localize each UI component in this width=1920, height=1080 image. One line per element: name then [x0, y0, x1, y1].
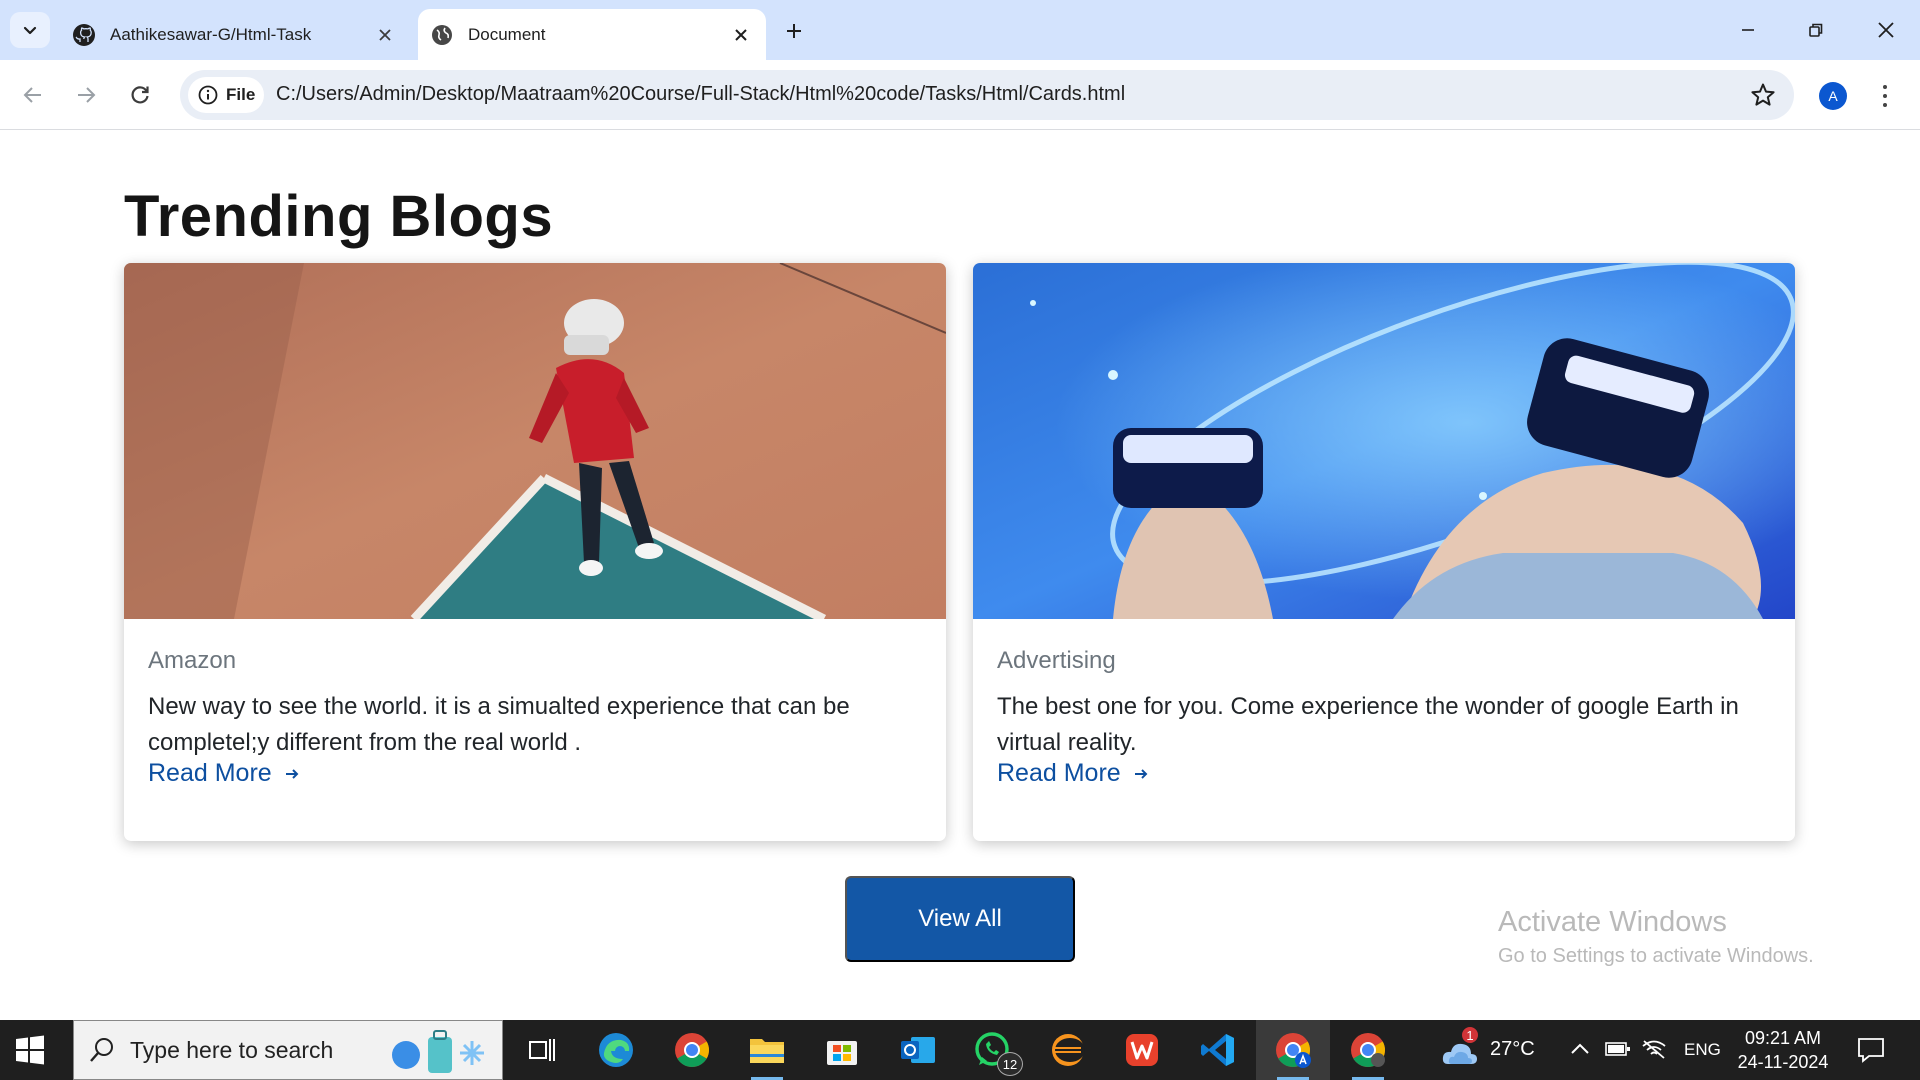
taskbar-vscode[interactable]	[1196, 1030, 1240, 1070]
vscode-icon	[1201, 1034, 1234, 1066]
github-icon	[72, 23, 96, 47]
eclipse-icon	[1052, 1034, 1085, 1066]
clock-date: 24-11-2024	[1737, 1052, 1829, 1072]
task-view-button[interactable]	[520, 1030, 564, 1070]
site-info-chip[interactable]: File	[188, 77, 264, 113]
clock-time: 09:21 AM	[1744, 1028, 1822, 1048]
plus-icon	[787, 24, 801, 38]
address-bar[interactable]: File C:/Users/Admin/Desktop/Maatraam%20C…	[180, 70, 1794, 120]
page-title: Trending Blogs	[124, 184, 554, 249]
new-tab-button[interactable]	[780, 17, 808, 45]
battery-icon[interactable]	[1605, 1040, 1631, 1058]
taskbar-eclipse[interactable]	[1046, 1030, 1090, 1070]
close-icon	[1878, 22, 1894, 38]
activate-windows-watermark: Activate Windows Go to Settings to activ…	[1498, 906, 1814, 968]
chevron-up-icon[interactable]	[1570, 1041, 1590, 1057]
watermark-title: Activate Windows	[1498, 906, 1727, 938]
browser-menu-button[interactable]	[1875, 82, 1895, 110]
restore-icon	[1809, 23, 1823, 37]
taskbar-edge[interactable]	[594, 1030, 638, 1070]
minimize-icon	[1742, 29, 1754, 31]
read-more-link[interactable]: Read More	[997, 759, 1149, 788]
chevron-down-icon	[23, 26, 37, 35]
blog-card: Advertising The best one for you. Come e…	[973, 263, 1795, 841]
network-off-icon[interactable]	[1641, 1038, 1667, 1060]
taskbar-search-box[interactable]: Type here to search	[73, 1020, 503, 1080]
arrow-right-icon	[285, 768, 299, 779]
windows-start-icon[interactable]	[14, 1034, 46, 1066]
card-image-vr-court	[124, 263, 946, 619]
temperature[interactable]: 27°C	[1490, 1038, 1535, 1061]
card-image-vr-people	[973, 263, 1795, 619]
card-category: Amazon	[148, 647, 237, 674]
info-icon	[198, 85, 218, 105]
read-more-link[interactable]: Read More	[148, 759, 300, 788]
card-category: Advertising	[997, 647, 1116, 674]
site-info-label: File	[226, 85, 256, 104]
task-view-icon	[529, 1039, 555, 1061]
weather-badge: 1	[1462, 1027, 1478, 1043]
read-more-label: Read More	[997, 759, 1121, 787]
chrome-icon	[1276, 1033, 1311, 1068]
windows-taskbar: Type here to search 12 1 27°C ENG 09:21 …	[0, 1020, 1920, 1080]
taskbar-chrome-profile-2[interactable]	[1346, 1030, 1390, 1080]
blog-card: Amazon New way to see the world. it is a…	[124, 263, 946, 841]
url-text[interactable]: C:/Users/Admin/Desktop/Maatraam%20Course…	[276, 83, 1125, 106]
search-placeholder: Type here to search	[130, 1036, 334, 1063]
arrow-left-icon	[23, 87, 41, 103]
close-window-button[interactable]	[1866, 14, 1906, 46]
store-icon	[827, 1041, 857, 1065]
taskbar-wps-office[interactable]	[1120, 1030, 1164, 1070]
watermark-subtitle: Go to Settings to activate Windows.	[1498, 945, 1814, 967]
folder-icon	[750, 1039, 784, 1063]
arrow-right-icon	[1134, 768, 1148, 779]
wps-office-icon	[1126, 1034, 1158, 1066]
chrome-icon	[675, 1033, 709, 1067]
taskbar-outlook[interactable]	[896, 1030, 940, 1070]
tab-title: Aathikesawar-G/Html-Task	[110, 24, 312, 44]
notification-icon[interactable]	[1857, 1037, 1885, 1063]
page-content: Trending Blogs Amazon New way to see the…	[0, 131, 1920, 1020]
chrome-icon	[1351, 1033, 1385, 1067]
globe-icon	[430, 23, 454, 47]
profile-avatar[interactable]: A	[1819, 82, 1847, 110]
taskbar-chrome-profile-a[interactable]	[1271, 1030, 1315, 1080]
tab-search-button[interactable]	[10, 12, 50, 48]
card-text: The best one for you. Come experience th…	[997, 693, 1739, 756]
back-button[interactable]	[15, 77, 51, 113]
dot-icon	[1883, 94, 1887, 98]
dot-icon	[1883, 103, 1887, 107]
taskbar-store[interactable]	[820, 1030, 864, 1070]
arrow-right-icon	[78, 87, 96, 103]
forward-button[interactable]	[68, 77, 104, 113]
dot-icon	[1883, 85, 1887, 89]
taskbar-chrome[interactable]	[670, 1030, 714, 1070]
browser-tab-strip: Aathikesawar-G/Html-Task Document	[0, 0, 1920, 60]
tab-title: Document	[468, 24, 546, 44]
language-indicator[interactable]: ENG	[1684, 1040, 1721, 1060]
tab-document[interactable]: Document	[418, 9, 766, 60]
close-tab-icon[interactable]	[730, 24, 752, 46]
close-tab-icon[interactable]	[374, 24, 396, 46]
taskbar-file-explorer[interactable]	[745, 1030, 789, 1080]
tab-github[interactable]: Aathikesawar-G/Html-Task	[60, 9, 410, 60]
browser-toolbar: File C:/Users/Admin/Desktop/Maatraam%20C…	[0, 60, 1920, 130]
outlook-icon	[901, 1037, 935, 1063]
whatsapp-badge: 12	[997, 1052, 1023, 1076]
card-text: New way to see the world. it is a simual…	[148, 693, 850, 756]
taskbar-clock[interactable]: 09:21 AM 24-11-2024	[1728, 1026, 1838, 1074]
read-more-label: Read More	[148, 759, 272, 787]
view-all-button[interactable]: View All	[845, 876, 1075, 962]
search-icon	[90, 1038, 113, 1062]
restore-button[interactable]	[1796, 14, 1836, 46]
edge-icon	[599, 1033, 633, 1067]
minimize-button[interactable]	[1728, 14, 1768, 46]
travel-decor-icon	[392, 1030, 484, 1073]
reload-icon	[131, 86, 149, 104]
reload-button[interactable]	[122, 77, 158, 113]
bookmark-star-icon[interactable]	[1750, 82, 1776, 108]
